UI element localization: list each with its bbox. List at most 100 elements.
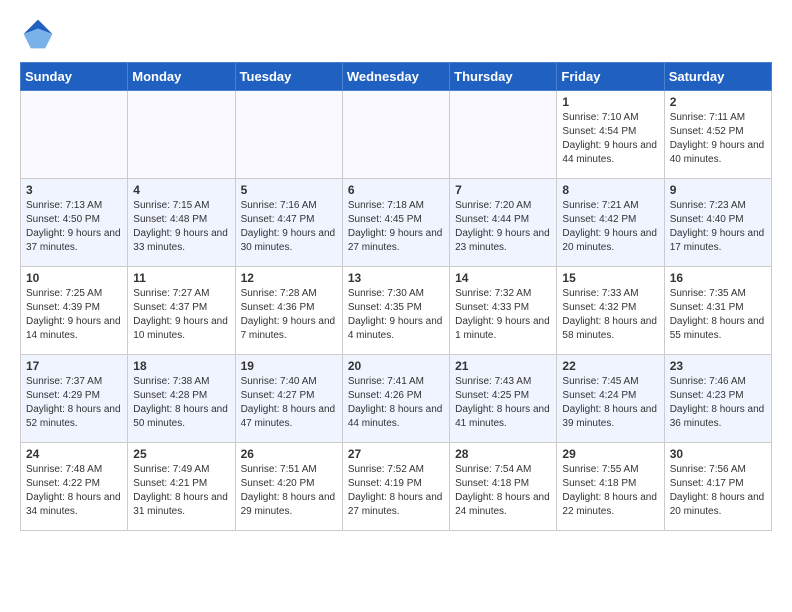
day-cell: 10 Sunrise: 7:25 AMSunset: 4:39 PMDayligh…: [21, 267, 128, 355]
day-cell: 9 Sunrise: 7:23 AMSunset: 4:40 PMDaylight…: [664, 179, 771, 267]
day-cell: 28 Sunrise: 7:54 AMSunset: 4:18 PMDayligh…: [450, 443, 557, 531]
day-info: Sunrise: 7:38 AMSunset: 4:28 PMDaylight:…: [133, 376, 228, 429]
day-number: 1: [562, 95, 658, 109]
weekday-header-row: SundayMondayTuesdayWednesdayThursdayFrid…: [21, 63, 772, 91]
day-cell: 15 Sunrise: 7:33 AMSunset: 4:32 PMDayligh…: [557, 267, 664, 355]
day-info: Sunrise: 7:56 AMSunset: 4:17 PMDaylight:…: [670, 464, 765, 517]
day-info: Sunrise: 7:15 AMSunset: 4:48 PMDaylight:…: [133, 200, 228, 253]
day-number: 23: [670, 359, 766, 373]
day-info: Sunrise: 7:49 AMSunset: 4:21 PMDaylight:…: [133, 464, 228, 517]
week-row-5: 24 Sunrise: 7:48 AMSunset: 4:22 PMDayligh…: [21, 443, 772, 531]
day-cell: [450, 91, 557, 179]
day-info: Sunrise: 7:23 AMSunset: 4:40 PMDaylight:…: [670, 200, 765, 253]
day-number: 17: [26, 359, 122, 373]
day-number: 29: [562, 447, 658, 461]
day-number: 20: [348, 359, 444, 373]
day-cell: 2Sunrise: 7:11 AMSunset: 4:52 PMDaylight…: [664, 91, 771, 179]
day-info: Sunrise: 7:45 AMSunset: 4:24 PMDaylight:…: [562, 376, 657, 429]
calendar-table: SundayMondayTuesdayWednesdayThursdayFrid…: [20, 62, 772, 531]
day-info: Sunrise: 7:27 AMSunset: 4:37 PMDaylight:…: [133, 288, 228, 341]
day-cell: 20 Sunrise: 7:41 AMSunset: 4:26 PMDayligh…: [342, 355, 449, 443]
day-number: 16: [670, 271, 766, 285]
day-number: 9: [670, 183, 766, 197]
day-number: 4: [133, 183, 229, 197]
weekday-header-wednesday: Wednesday: [342, 63, 449, 91]
day-cell: 1 Sunrise: 7:10 AMSunset: 4:54 PMDaylight…: [557, 91, 664, 179]
week-row-3: 10 Sunrise: 7:25 AMSunset: 4:39 PMDayligh…: [21, 267, 772, 355]
day-info: Sunrise: 7:20 AMSunset: 4:44 PMDaylight:…: [455, 200, 550, 253]
day-number: 30: [670, 447, 766, 461]
day-info: Sunrise: 7:37 AMSunset: 4:29 PMDaylight:…: [26, 376, 121, 429]
day-cell: 6 Sunrise: 7:18 AMSunset: 4:45 PMDaylight…: [342, 179, 449, 267]
day-info: Sunrise: 7:43 AMSunset: 4:25 PMDaylight:…: [455, 376, 550, 429]
day-info: Sunrise: 7:16 AMSunset: 4:47 PMDaylight:…: [241, 200, 336, 253]
day-info: Sunrise: 7:48 AMSunset: 4:22 PMDaylight:…: [26, 464, 121, 517]
day-cell: 7 Sunrise: 7:20 AMSunset: 4:44 PMDaylight…: [450, 179, 557, 267]
day-info: Sunrise: 7:54 AMSunset: 4:18 PMDaylight:…: [455, 464, 550, 517]
day-info: Sunrise: 7:40 AMSunset: 4:27 PMDaylight:…: [241, 376, 336, 429]
day-cell: [235, 91, 342, 179]
weekday-header-friday: Friday: [557, 63, 664, 91]
day-cell: 5 Sunrise: 7:16 AMSunset: 4:47 PMDaylight…: [235, 179, 342, 267]
day-number: 10: [26, 271, 122, 285]
day-info: Sunrise: 7:25 AMSunset: 4:39 PMDaylight:…: [26, 288, 121, 341]
day-cell: 23 Sunrise: 7:46 AMSunset: 4:23 PMDayligh…: [664, 355, 771, 443]
day-info: Sunrise: 7:55 AMSunset: 4:18 PMDaylight:…: [562, 464, 657, 517]
day-info: Sunrise: 7:33 AMSunset: 4:32 PMDaylight:…: [562, 288, 657, 341]
day-number: 3: [26, 183, 122, 197]
day-cell: 25 Sunrise: 7:49 AMSunset: 4:21 PMDayligh…: [128, 443, 235, 531]
day-cell: 17 Sunrise: 7:37 AMSunset: 4:29 PMDayligh…: [21, 355, 128, 443]
day-cell: 3 Sunrise: 7:13 AMSunset: 4:50 PMDaylight…: [21, 179, 128, 267]
page: SundayMondayTuesdayWednesdayThursdayFrid…: [0, 0, 792, 547]
day-cell: 29 Sunrise: 7:55 AMSunset: 4:18 PMDayligh…: [557, 443, 664, 531]
day-cell: 26 Sunrise: 7:51 AMSunset: 4:20 PMDayligh…: [235, 443, 342, 531]
day-number: 26: [241, 447, 337, 461]
day-info: Sunrise: 7:28 AMSunset: 4:36 PMDaylight:…: [241, 288, 336, 341]
day-cell: 16 Sunrise: 7:35 AMSunset: 4:31 PMDayligh…: [664, 267, 771, 355]
day-number: 8: [562, 183, 658, 197]
day-number: 14: [455, 271, 551, 285]
day-number: 6: [348, 183, 444, 197]
day-info: Sunrise: 7:13 AMSunset: 4:50 PMDaylight:…: [26, 200, 121, 253]
day-cell: [128, 91, 235, 179]
day-number: 15: [562, 271, 658, 285]
day-number: 11: [133, 271, 229, 285]
day-number: 27: [348, 447, 444, 461]
day-info: Sunrise: 7:41 AMSunset: 4:26 PMDaylight:…: [348, 376, 443, 429]
day-number: 21: [455, 359, 551, 373]
day-cell: 24 Sunrise: 7:48 AMSunset: 4:22 PMDayligh…: [21, 443, 128, 531]
day-number: 22: [562, 359, 658, 373]
day-cell: 13 Sunrise: 7:30 AMSunset: 4:35 PMDayligh…: [342, 267, 449, 355]
day-info: Sunrise: 7:52 AMSunset: 4:19 PMDaylight:…: [348, 464, 443, 517]
day-number: 5: [241, 183, 337, 197]
day-number: 19: [241, 359, 337, 373]
day-cell: 14Sunrise: 7:32 AMSunset: 4:33 PMDayligh…: [450, 267, 557, 355]
day-cell: 8 Sunrise: 7:21 AMSunset: 4:42 PMDaylight…: [557, 179, 664, 267]
day-number: 24: [26, 447, 122, 461]
day-number: 13: [348, 271, 444, 285]
week-row-2: 3 Sunrise: 7:13 AMSunset: 4:50 PMDaylight…: [21, 179, 772, 267]
day-cell: 11 Sunrise: 7:27 AMSunset: 4:37 PMDayligh…: [128, 267, 235, 355]
day-number: 7: [455, 183, 551, 197]
day-cell: 4 Sunrise: 7:15 AMSunset: 4:48 PMDaylight…: [128, 179, 235, 267]
day-info: Sunrise: 7:10 AMSunset: 4:54 PMDaylight:…: [562, 112, 657, 165]
day-number: 2: [670, 95, 766, 109]
day-info: Sunrise: 7:51 AMSunset: 4:20 PMDaylight:…: [241, 464, 336, 517]
day-info: Sunrise: 7:21 AMSunset: 4:42 PMDaylight:…: [562, 200, 657, 253]
day-cell: [21, 91, 128, 179]
day-info: Sunrise: 7:18 AMSunset: 4:45 PMDaylight:…: [348, 200, 443, 253]
day-cell: 22 Sunrise: 7:45 AMSunset: 4:24 PMDayligh…: [557, 355, 664, 443]
day-number: 25: [133, 447, 229, 461]
day-cell: 30 Sunrise: 7:56 AMSunset: 4:17 PMDayligh…: [664, 443, 771, 531]
day-cell: 18Sunrise: 7:38 AMSunset: 4:28 PMDayligh…: [128, 355, 235, 443]
logo-icon: [20, 16, 56, 52]
day-info: Sunrise: 7:35 AMSunset: 4:31 PMDaylight:…: [670, 288, 765, 341]
day-cell: 21 Sunrise: 7:43 AMSunset: 4:25 PMDayligh…: [450, 355, 557, 443]
day-cell: 12 Sunrise: 7:28 AMSunset: 4:36 PMDayligh…: [235, 267, 342, 355]
day-number: 28: [455, 447, 551, 461]
week-row-1: 1 Sunrise: 7:10 AMSunset: 4:54 PMDaylight…: [21, 91, 772, 179]
day-number: 12: [241, 271, 337, 285]
day-cell: [342, 91, 449, 179]
day-info: Sunrise: 7:30 AMSunset: 4:35 PMDaylight:…: [348, 288, 443, 341]
day-info: Sunrise: 7:46 AMSunset: 4:23 PMDaylight:…: [670, 376, 765, 429]
